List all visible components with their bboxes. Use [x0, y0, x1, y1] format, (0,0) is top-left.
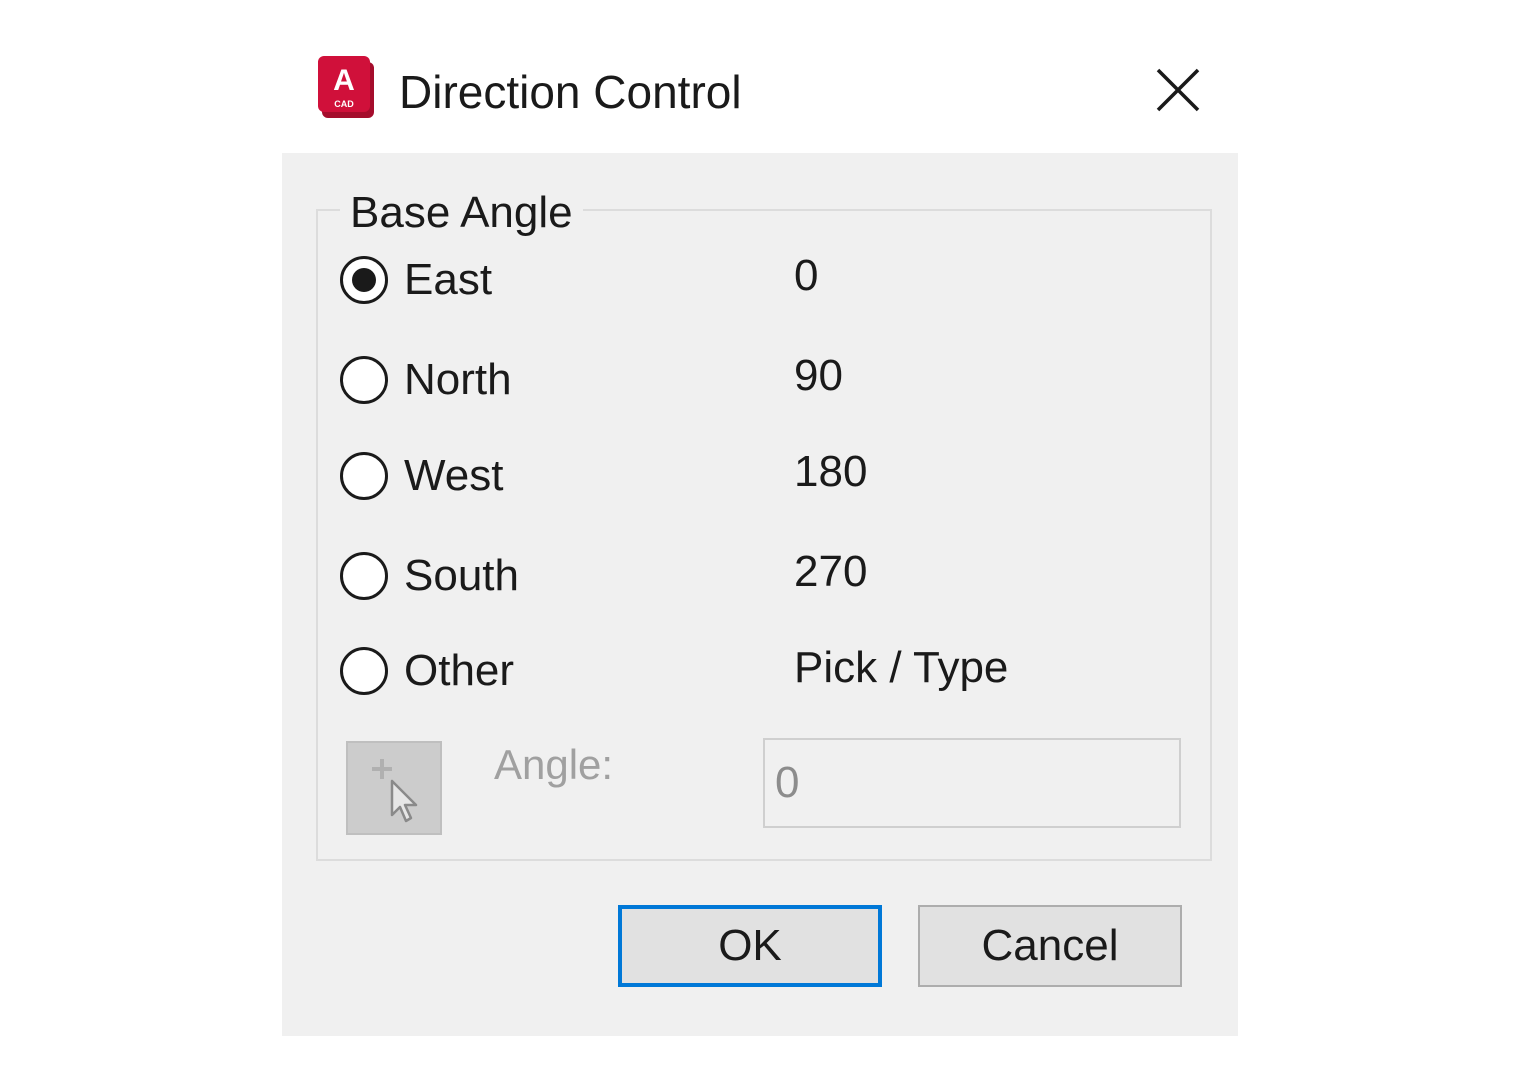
radio-label-north: North	[404, 355, 512, 404]
angle-value-other: Pick / Type	[794, 643, 1009, 692]
radio-label-east: East	[404, 255, 493, 304]
radio-label-west: West	[404, 451, 504, 500]
close-icon	[1156, 68, 1200, 112]
radio-button[interactable]	[340, 452, 388, 500]
ok-button[interactable]: OK	[618, 905, 882, 987]
autocad-icon: A CAD	[318, 56, 374, 118]
angle-input[interactable]	[763, 738, 1181, 828]
radio-button[interactable]	[340, 552, 388, 600]
radio-south[interactable]: South	[340, 548, 519, 604]
radio-west[interactable]: West	[340, 448, 503, 504]
pick-point-cursor-icon	[372, 759, 418, 823]
radio-east[interactable]: East	[340, 252, 492, 308]
window-title: Direction Control	[399, 66, 742, 118]
cancel-button[interactable]: Cancel	[918, 905, 1182, 987]
radio-other[interactable]: Other	[340, 643, 514, 699]
angle-value-west: 180	[794, 447, 868, 496]
screen: A CAD Direction Control Base Angle East …	[0, 0, 1520, 1068]
radio-button[interactable]	[340, 647, 388, 695]
radio-button[interactable]	[340, 356, 388, 404]
angle-label: Angle:	[494, 741, 614, 788]
app-icon-caption: CAD	[334, 99, 354, 109]
angle-value-east: 0	[794, 251, 819, 300]
base-angle-legend: Base Angle	[340, 186, 583, 240]
radio-selected-dot	[352, 268, 376, 292]
angle-value-north: 90	[794, 351, 843, 400]
close-button[interactable]	[1148, 60, 1208, 120]
angle-value-south: 270	[794, 547, 868, 596]
radio-north[interactable]: North	[340, 352, 512, 408]
radio-button[interactable]	[340, 256, 388, 304]
radio-label-other: Other	[404, 646, 515, 695]
radio-label-south: South	[404, 551, 519, 600]
app-icon-letter: A	[333, 64, 355, 97]
pick-angle-button[interactable]	[346, 741, 442, 835]
